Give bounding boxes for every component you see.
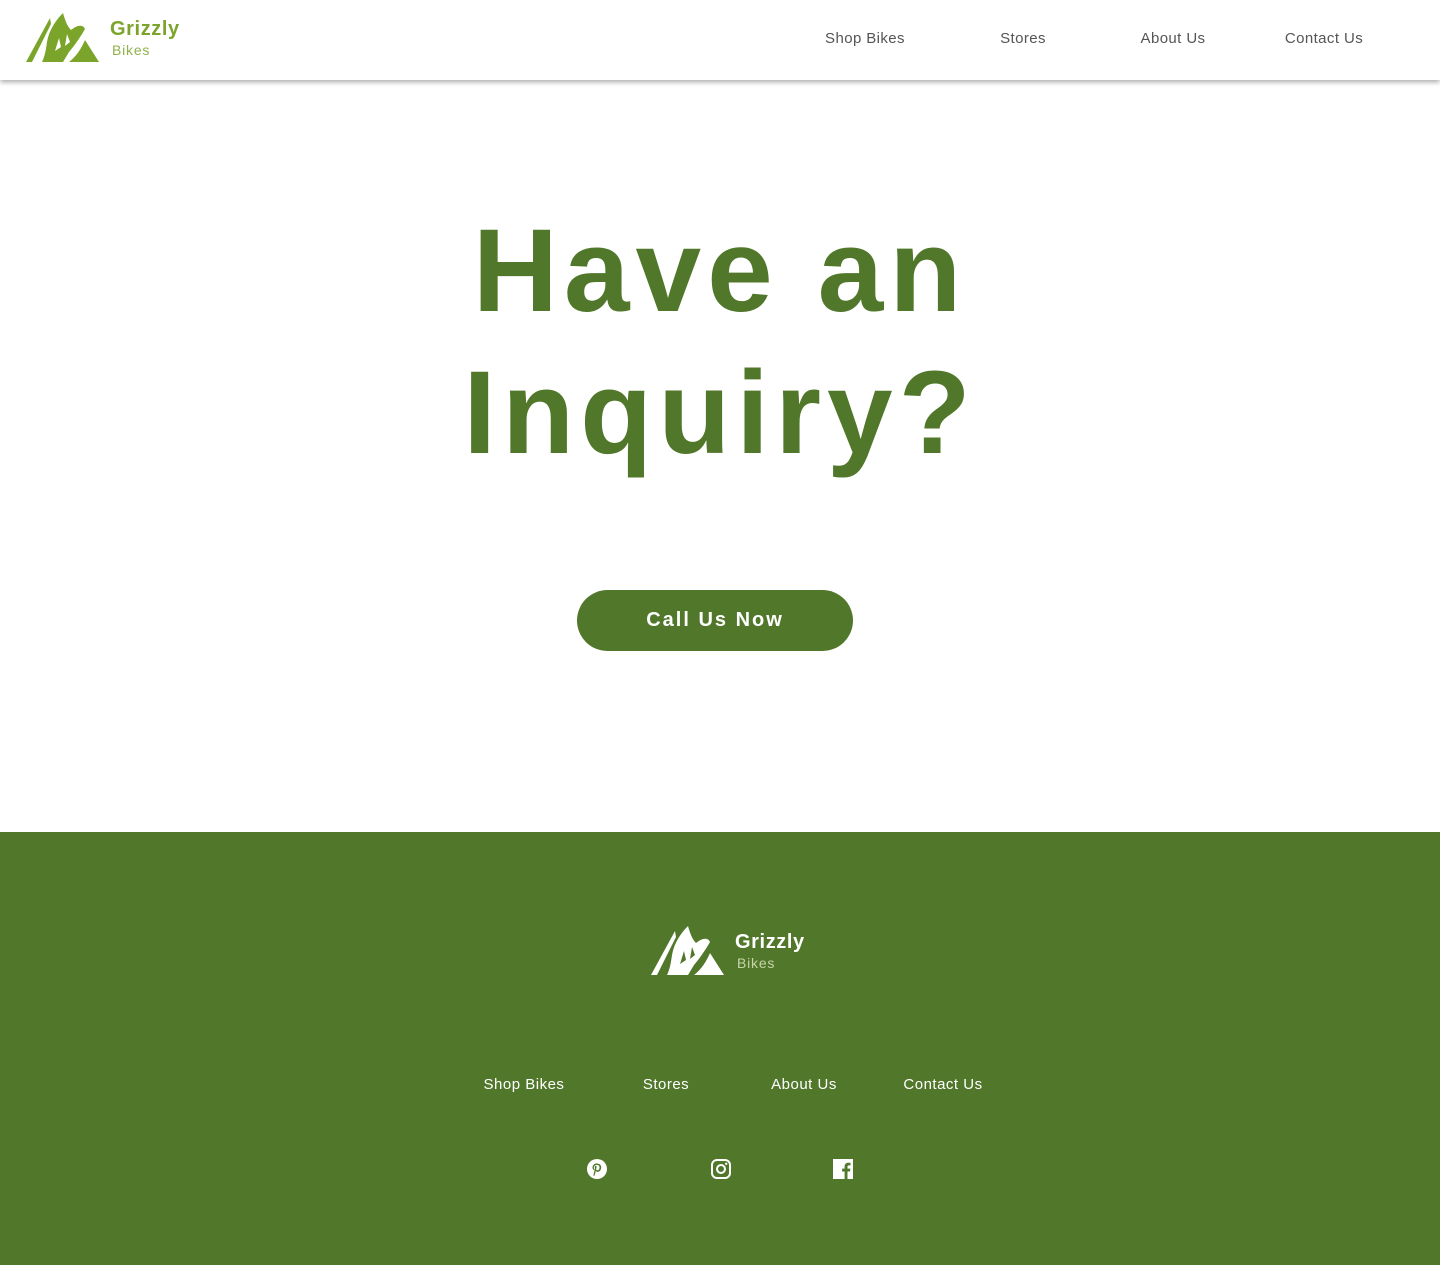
nav-stores[interactable]: Stores [1000,30,1046,47]
footer-logo[interactable]: Grizzly Bikes [650,925,810,977]
call-us-now-button[interactable]: Call Us Now [577,590,853,651]
site-footer: Grizzly Bikes Shop Bikes Stores About Us… [0,832,1440,1265]
header-logo[interactable]: Grizzly Bikes [25,12,185,64]
footer-link-about-us[interactable]: About Us [771,1076,837,1093]
footer-link-stores[interactable]: Stores [643,1076,689,1093]
footer-logo-tagline: Bikes [737,955,776,971]
instagram-icon [711,1159,731,1179]
nav-about-us[interactable]: About Us [1141,30,1206,47]
footer-link-shop-bikes[interactable]: Shop Bikes [484,1076,565,1093]
footer-logo-title: Grizzly [735,931,805,953]
hero-title-line-2: Inquiry? [463,347,977,479]
instagram-link[interactable] [709,1157,733,1181]
hero-title-line-1: Have an [472,205,968,337]
nav-shop-bikes[interactable]: Shop Bikes [825,30,905,47]
hero-title: Have an Inquiry? [0,200,1440,484]
pinterest-icon [587,1159,607,1179]
site-header: Grizzly Bikes Shop Bikes Stores About Us… [0,0,1440,80]
nav-contact-us[interactable]: Contact Us [1285,30,1363,47]
facebook-icon [833,1159,853,1179]
grizzly-logo-icon [651,926,724,975]
facebook-link[interactable] [831,1157,855,1181]
logo-tagline: Bikes [112,42,151,58]
logo-title: Grizzly [110,18,180,40]
pinterest-link[interactable] [585,1157,609,1181]
footer-link-contact-us[interactable]: Contact Us [903,1076,982,1093]
grizzly-logo-icon [26,13,99,62]
